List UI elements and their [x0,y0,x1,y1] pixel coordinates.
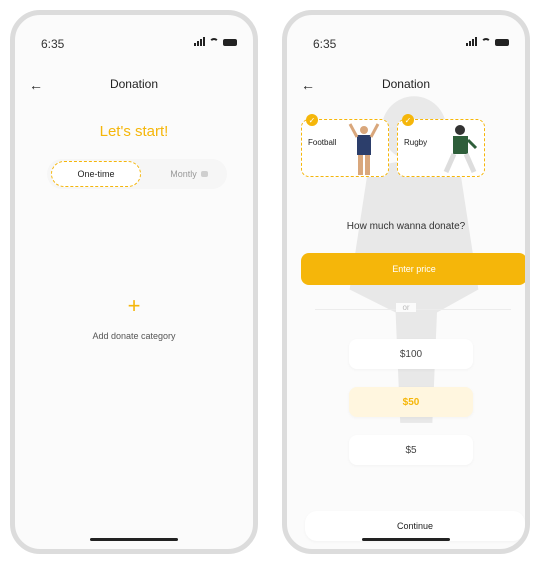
phone-screen-start: 6:35 ← Donation Let's start! One-time Mo… [10,10,258,554]
tab-label: One-time [77,169,115,179]
donation-question: How much wanna donate? [346,221,466,232]
signal-icon [466,37,477,46]
coin-icon [200,171,208,177]
status-time: 6:35 [41,37,65,51]
rugby-player-image [443,125,478,174]
amount-option-5[interactable]: $5 [349,435,473,465]
home-indicator [362,538,450,541]
category-label: Football [308,138,337,147]
status-time: 6:35 [313,37,337,51]
continue-button[interactable]: Continue [305,511,525,541]
check-icon: ✓ [306,114,318,126]
page-title: Donation [381,77,431,91]
status-icons [466,37,509,46]
page-title: Donation [109,77,159,91]
football-player-image [348,123,380,175]
phone-screen-amount: 6:35 ← Donation ✓ Football ✓ Rugby How m… [282,10,530,554]
amount-option-50[interactable]: $50 [349,387,473,417]
frequency-toggle: One-time Montly [47,159,227,189]
check-icon: ✓ [402,114,414,126]
tab-one-time[interactable]: One-time [51,161,141,187]
signal-icon [194,37,205,46]
add-category-label[interactable]: Add donate category [15,331,253,341]
add-category-plus-icon[interactable]: + [15,293,253,319]
battery-icon [495,39,509,46]
wifi-icon [481,38,491,46]
wifi-icon [209,38,219,46]
or-label: or [396,303,416,312]
category-card-rugby[interactable]: ✓ Rugby [397,114,485,177]
category-label: Rugby [404,138,428,147]
enter-price-button[interactable]: Enter price [301,253,525,285]
or-separator: or [287,303,525,312]
heading: Let's start! [99,123,169,140]
status-icons [194,37,237,46]
category-card-football[interactable]: ✓ Football [301,114,389,177]
battery-icon [223,39,237,46]
tab-monthly[interactable]: Montly [157,161,221,187]
home-indicator [90,538,178,541]
amount-option-100[interactable]: $100 [349,339,473,369]
tab-label: Montly [170,169,197,179]
